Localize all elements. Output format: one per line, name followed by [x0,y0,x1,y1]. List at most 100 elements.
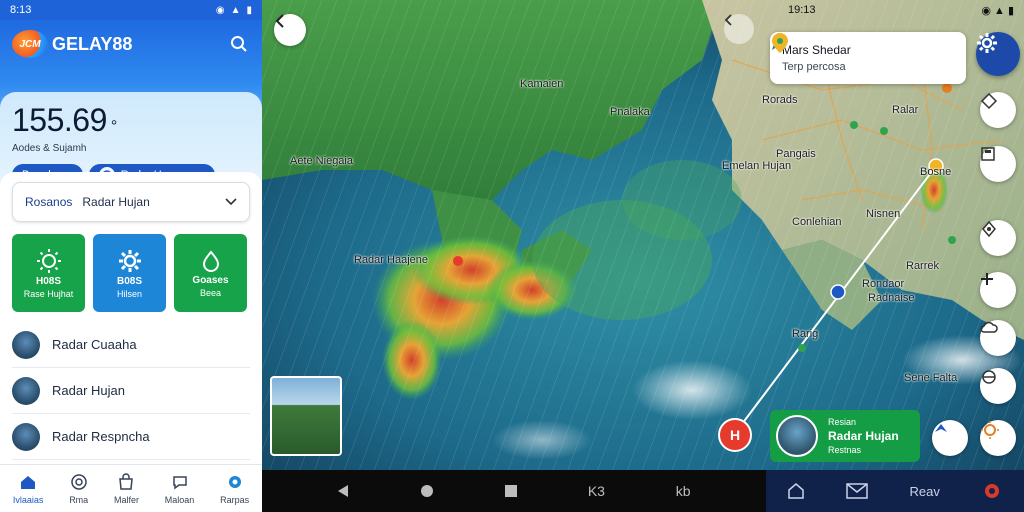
avatar [776,415,818,457]
map-label: Sene Falta [904,372,958,384]
tile-b08s-subtitle: Hilsen [116,288,142,299]
layers-button[interactable] [980,92,1016,128]
avatar [12,376,40,405]
nav-item-settings[interactable]: Rarpas [220,473,249,505]
hero-section: JCM GELAY88 155.69 ° Aodes & Sujamh Bogr… [0,20,262,202]
sun-icon [981,421,999,439]
status-icons: ◉ ▲ ▮ [216,5,252,16]
map-label: Radar Haajene [354,254,428,266]
person-card[interactable]: Resian Radar Hujan Restnas [770,410,920,462]
recents-nav-button[interactable] [505,485,518,497]
keyboard-nav-button[interactable]: kb [676,483,691,499]
tile-row: H08S Rase Hujhat B08S Hilsen Goases Beea [12,234,250,312]
map-label: Ralar [892,104,919,116]
home-nav-button[interactable] [420,484,434,498]
system-nav-bar: K3 kb [262,470,766,512]
map-label: Kamaien [520,78,564,90]
nav-label-bag: Malfer [113,494,139,505]
locate-button[interactable] [980,368,1016,404]
tile-b08s[interactable]: B08S Hilsen [93,234,166,312]
app-nav-inbox[interactable] [846,483,868,499]
temperature-unit: ° [110,118,118,135]
select-label: Rosanos [25,195,73,209]
nav-item-chat[interactable]: Maloan [164,473,195,505]
sun-layer-button[interactable] [980,420,1016,456]
secondary-back-button[interactable] [724,14,754,44]
search-button[interactable] [228,33,250,55]
map-label: Nisnen [866,208,901,220]
temperature-row: 155.69 ° [12,102,250,139]
app-nav-text[interactable]: Reav [910,484,940,499]
chevron-left-icon [275,14,284,28]
tile-h08s[interactable]: H08S Rase Hujhat [12,234,85,312]
right-status-icons: ◉ ▲ ▮ [981,5,1014,17]
nav-label-home: Ivlaaias [12,494,44,505]
app-nav-bar: Reav [766,470,1024,512]
app-header: JCM GELAY88 [0,20,262,68]
nav-item-target[interactable]: Rma [69,473,88,505]
info-card-title: Mars Shedar [782,43,851,57]
tile-h08s-subtitle: Rase Hujhat [23,288,74,299]
share-button[interactable] [932,420,968,456]
plus-icon [981,273,993,285]
status-time: 8:13 [10,4,32,16]
compass-icon [982,220,996,238]
app-nav-settings[interactable] [981,480,1003,502]
target-icon [70,473,87,490]
select-value: Radar Hujan [82,195,150,209]
layers-icon [980,92,998,110]
screen: 8:13 ◉ ▲ ▮ JCM GELAY88 155.69 ° Aodes & … [0,0,1024,512]
maps-pin-icon[interactable] [770,32,790,54]
location-info-card[interactable]: Mars Shedar Terp percosa [770,32,966,84]
zoom-in-button[interactable] [980,272,1016,308]
save-icon [981,147,995,161]
settings-fab[interactable] [976,32,1020,76]
tile-goases-title: Goases [192,274,229,286]
gear-icon [985,484,1000,498]
logo-mark-icon: JCM [12,30,48,58]
map-label: Rorads [762,94,798,106]
list-item[interactable]: Radar Hujan [12,368,250,414]
map-label: Conlehian [792,216,842,228]
nav-label-chat: Maloan [164,494,195,505]
street-view-thumbnail[interactable] [270,376,342,456]
list-item[interactable]: Radar Cuaaha [12,322,250,368]
back-triangle-icon [338,485,349,497]
bottom-nav: Ivlaaias Rma Malfer Maloan Rarpas [0,464,262,512]
save-button[interactable] [980,146,1016,182]
nav-item-home[interactable]: Ivlaaias [12,473,44,505]
poi-marker[interactable]: H [718,418,752,452]
nav-item-bag[interactable]: Malfer [113,472,139,505]
map-label: Aete Niegaia [290,155,353,167]
gear-icon [977,33,997,53]
signal-icon: ▲ [230,4,241,16]
radar-select[interactable]: Rosanos Radar Hujan [12,182,250,222]
back-button[interactable] [274,14,306,46]
tile-goases[interactable]: Goases Beea [174,234,247,312]
map-label: Emelan Hujan [722,160,792,172]
tile-b08s-title: B08S [116,275,142,287]
map-label: Rarrek [906,260,940,272]
back-nav-button[interactable] [337,484,349,498]
map-label: Pangais [776,148,816,160]
list-item-label: Radar Hujan [52,383,125,398]
radar-map[interactable]: Kamaien Aete Niegaia Pnalaka Radar Haaje… [262,0,1024,470]
weather-layer-button[interactable] [980,320,1016,356]
locate-icon [982,370,996,384]
list-item[interactable]: Radar Respncha [12,414,250,460]
poi-marker-label: H [729,427,741,443]
cloud-icon [980,321,998,333]
brand-name: GELAY88 [52,33,133,54]
chevron-left-icon [724,14,732,26]
tile-goases-subtitle: Beea [199,287,222,298]
wifi-icon: ◉ [215,4,225,16]
brand-logo[interactable]: JCM GELAY88 [12,30,132,58]
k-nav-button[interactable]: K3 [588,483,605,499]
person-card-title: Radar Hujan [828,429,899,443]
person-card-line3: Restnas [828,445,862,455]
weather-subtitle: Aodes & Sujamh [12,143,87,154]
compass-button[interactable] [980,220,1016,256]
temperature-value: 155.69 [12,102,107,138]
app-nav-home[interactable] [787,482,805,500]
info-card-subtitle: Terp percosa [782,61,846,73]
